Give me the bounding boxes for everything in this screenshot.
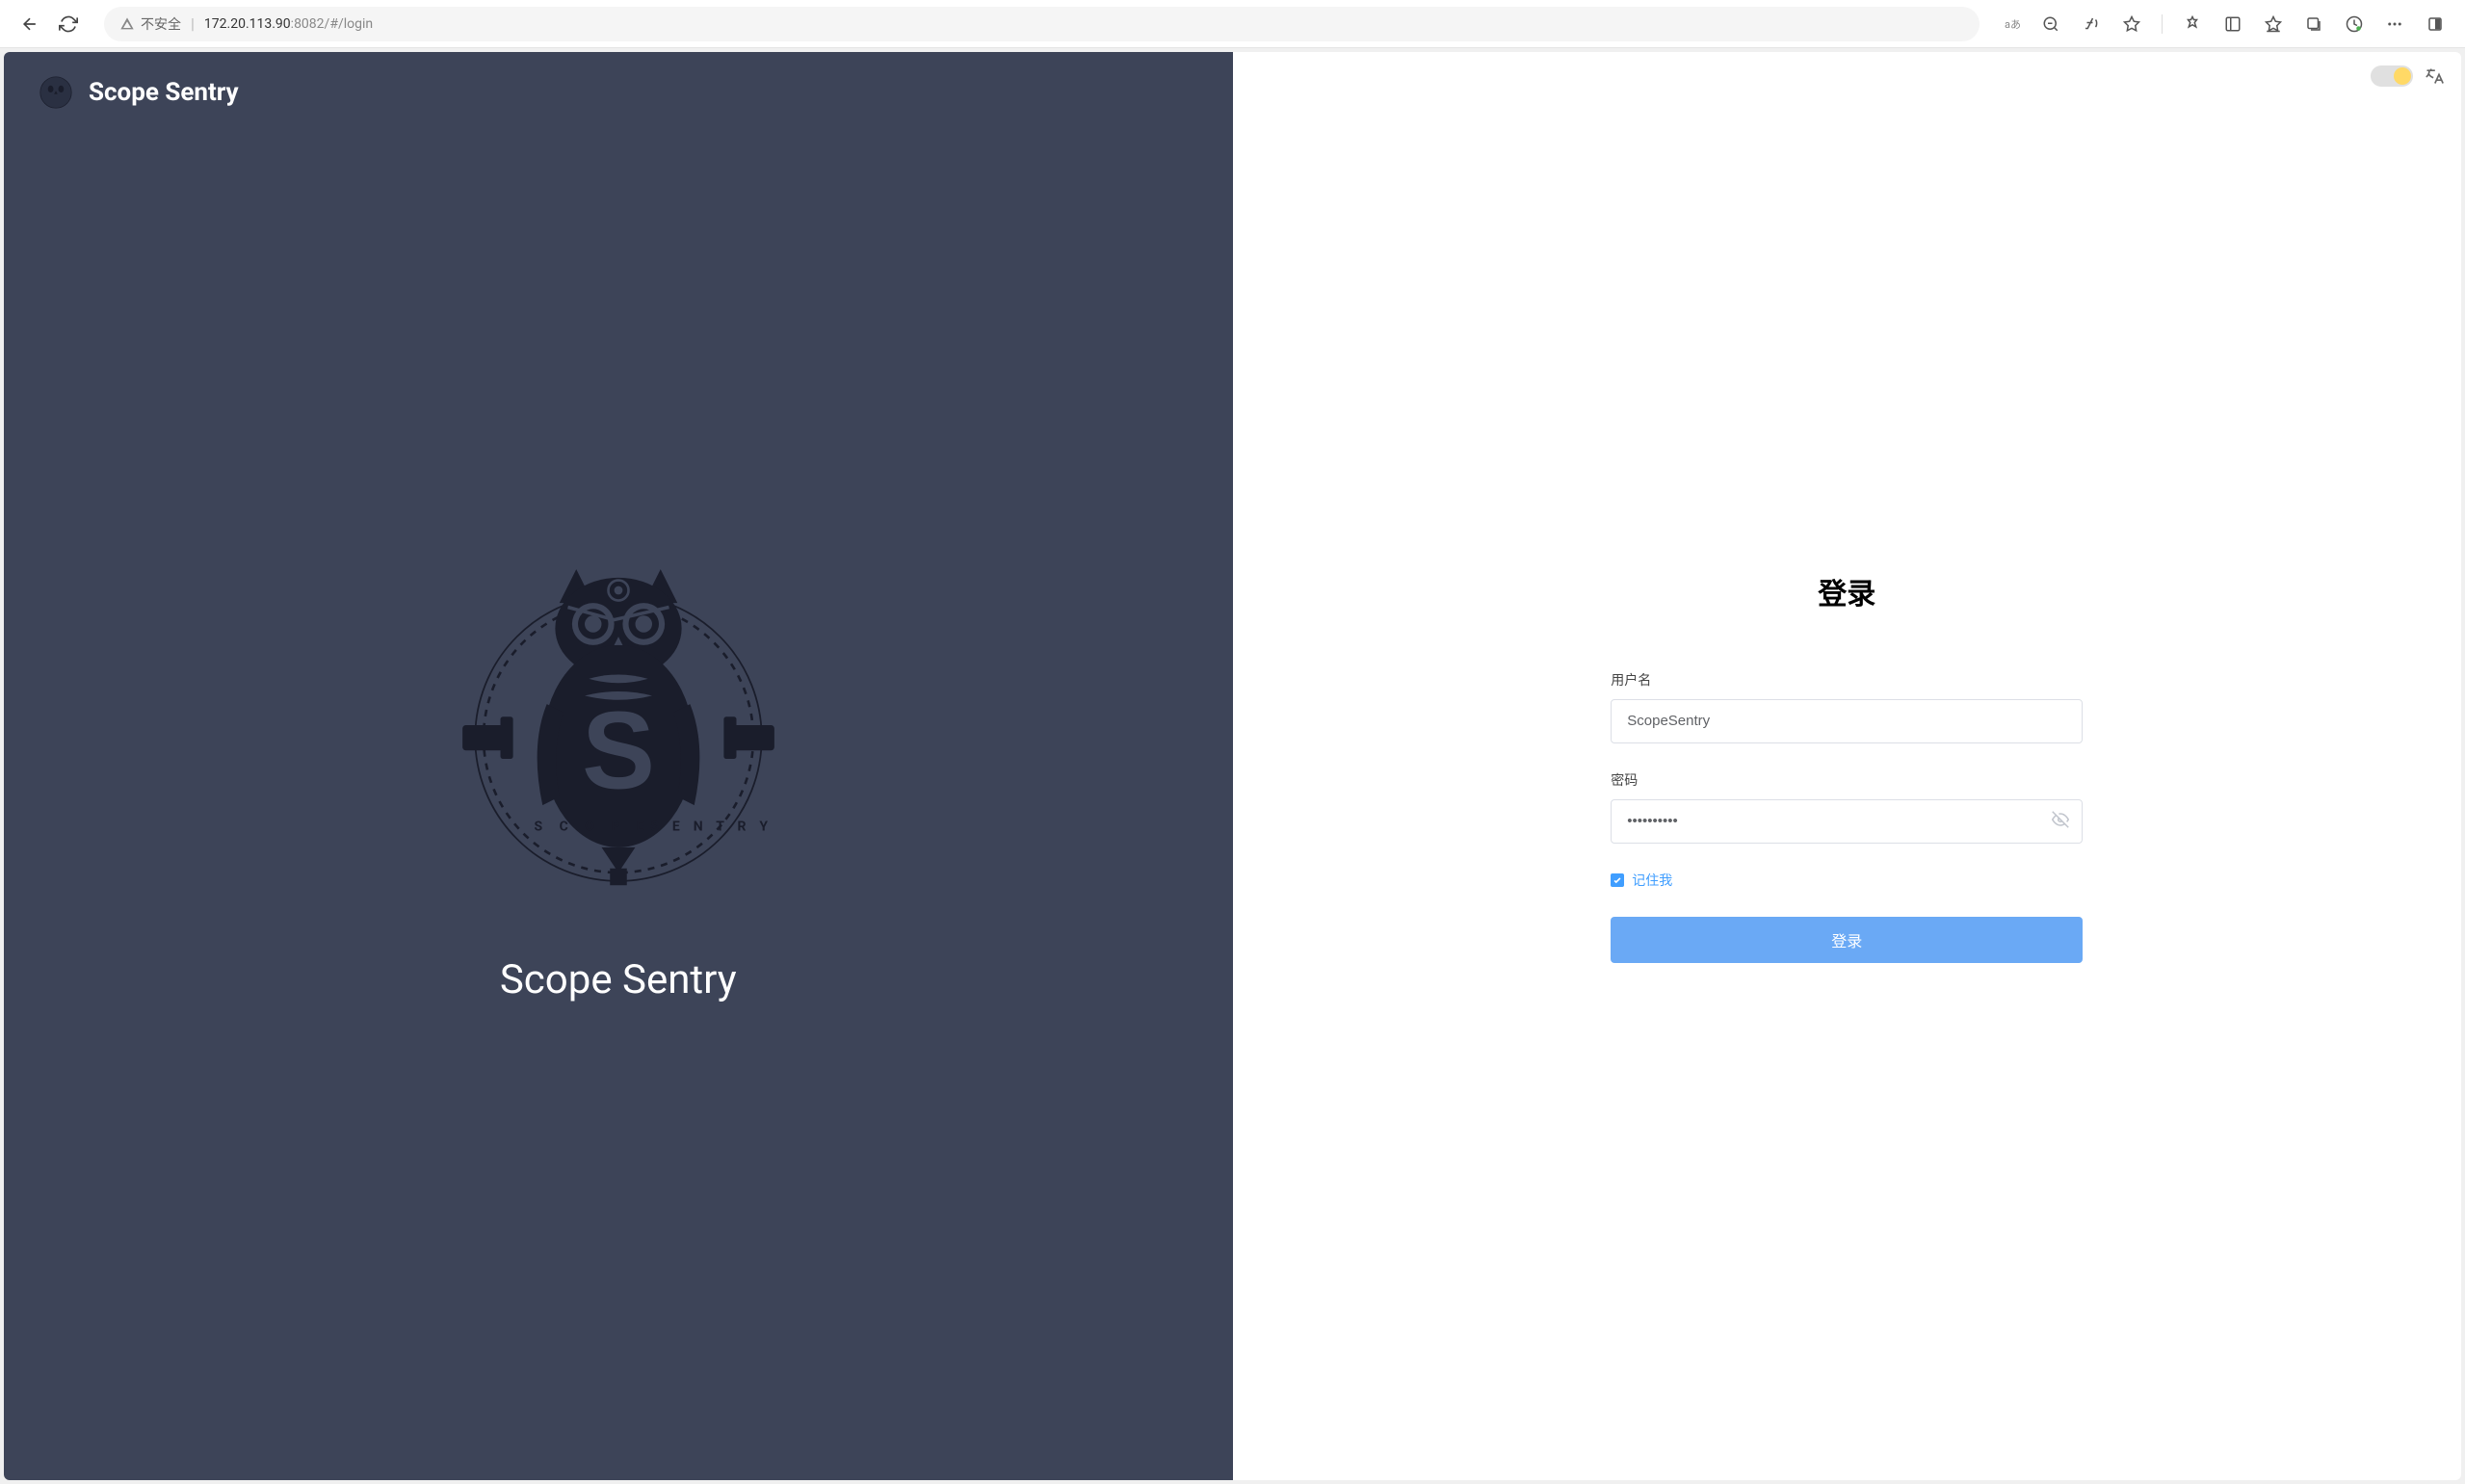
password-label: 密码: [1611, 770, 2083, 790]
language-icon[interactable]: [2425, 66, 2444, 86]
login-button[interactable]: 登录: [1611, 917, 2083, 963]
password-group: 密码: [1611, 770, 2083, 844]
left-main-title: Scope Sentry: [500, 956, 737, 1003]
theme-toggle-knob: [2394, 67, 2411, 85]
right-panel: 登录 用户名 密码: [1233, 52, 2462, 1480]
back-button[interactable]: [19, 13, 40, 35]
zoom-out-icon[interactable]: [2040, 13, 2061, 35]
svg-text:S E N T R Y: S E N T R Y: [650, 819, 773, 834]
panel-icon[interactable]: [2425, 13, 2446, 35]
top-controls: [2371, 65, 2444, 87]
favorites-icon[interactable]: [2263, 13, 2284, 35]
theme-toggle[interactable]: [2371, 65, 2413, 87]
login-form: 登录 用户名 密码: [1591, 570, 2102, 963]
svg-text:S: S: [582, 690, 655, 813]
collections-icon[interactable]: [2303, 13, 2324, 35]
header-title: Scope Sentry: [89, 78, 239, 107]
sidebar-icon[interactable]: [2222, 13, 2243, 35]
security-warning: 不安全: [119, 14, 181, 34]
login-title: 登录: [1611, 570, 2083, 612]
security-warning-text: 不安全: [141, 14, 181, 34]
svg-text:S C O P E: S C O P E: [534, 819, 650, 834]
remember-group: 记住我: [1611, 871, 2083, 890]
remember-label[interactable]: 记住我: [1632, 871, 1672, 890]
left-panel: Scope Sentry: [4, 52, 1233, 1480]
lang-indicator[interactable]: aあ: [2005, 16, 2021, 32]
password-visibility-icon[interactable]: [2052, 811, 2069, 832]
main-container: Scope Sentry: [0, 48, 2465, 1484]
remember-checkbox[interactable]: [1611, 873, 1624, 887]
username-label: 用户名: [1611, 670, 2083, 690]
address-divider: |: [191, 14, 195, 33]
password-input[interactable]: [1611, 799, 2083, 844]
star-icon[interactable]: [2121, 13, 2142, 35]
address-bar[interactable]: 不安全 | 172.20.113.90:8082/#/login: [104, 7, 1980, 41]
refresh-button[interactable]: [58, 13, 79, 35]
left-header: Scope Sentry: [4, 52, 1233, 133]
more-icon[interactable]: [2384, 13, 2405, 35]
username-group: 用户名: [1611, 670, 2083, 743]
read-aloud-icon[interactable]: [2081, 13, 2102, 35]
extensions-icon[interactable]: [2182, 13, 2203, 35]
browser-divider: [2162, 14, 2163, 34]
username-input[interactable]: [1611, 699, 2083, 743]
header-logo-icon: [39, 75, 73, 110]
performance-icon[interactable]: [2344, 13, 2365, 35]
url-text: 172.20.113.90:8082/#/login: [204, 16, 373, 32]
browser-chrome: 不安全 | 172.20.113.90:8082/#/login aあ: [0, 0, 2465, 48]
left-center: S S C O P E S E N T R Y Scope Sentry: [4, 133, 1233, 1480]
owl-logo: S S C O P E S E N T R Y: [450, 533, 787, 918]
